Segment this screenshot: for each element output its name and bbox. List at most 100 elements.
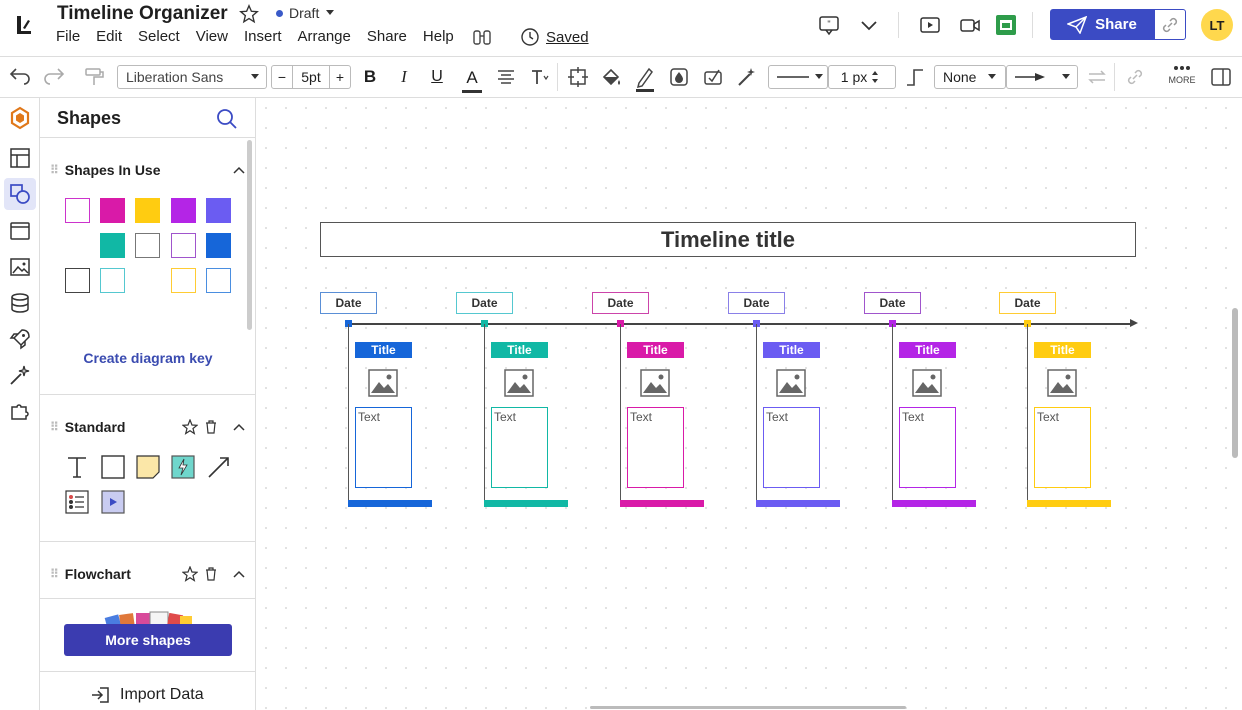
timeline-entry-title[interactable]: Title	[763, 342, 820, 358]
timeline-date-box[interactable]: Date	[592, 292, 649, 314]
panel-scrollbar[interactable]	[247, 140, 252, 330]
menu-edit[interactable]: Edit	[96, 28, 122, 45]
menu-view[interactable]: View	[196, 28, 228, 45]
document-title[interactable]: Timeline Organizer	[57, 3, 228, 25]
magic-wand-icon[interactable]	[736, 65, 758, 89]
rectangle-shape-icon[interactable]	[100, 454, 126, 480]
underline-button[interactable]: U	[427, 65, 447, 89]
menu-help[interactable]: Help	[423, 28, 454, 45]
redo-icon[interactable]	[42, 65, 66, 89]
comment-icon[interactable]: "	[818, 14, 840, 36]
trash-icon[interactable]	[204, 419, 218, 435]
shape-swatch[interactable]	[65, 198, 90, 223]
shapes-in-use-header[interactable]: ⠿ Shapes In Use	[50, 162, 246, 178]
star-icon[interactable]	[182, 566, 198, 582]
timeline-date-box[interactable]: Date	[999, 292, 1056, 314]
font-size-stepper[interactable]: − 5pt +	[271, 65, 351, 89]
drag-grip-icon[interactable]: ⠿	[50, 567, 59, 581]
search-icon[interactable]	[216, 108, 238, 130]
star-icon[interactable]	[182, 419, 198, 435]
shape-swatch[interactable]	[100, 268, 125, 293]
font-size-value[interactable]: 5pt	[292, 66, 330, 88]
rocket-icon[interactable]	[8, 327, 32, 351]
menu-share[interactable]: Share	[367, 28, 407, 45]
image-icon[interactable]	[8, 255, 32, 279]
video-icon[interactable]	[959, 14, 981, 36]
arrow-line-icon[interactable]	[206, 454, 232, 480]
text-color-button[interactable]: A	[462, 65, 482, 93]
timeline-date-box[interactable]: Date	[320, 292, 377, 314]
timeline-date-box[interactable]: Date	[864, 292, 921, 314]
integrations-puzzle-icon[interactable]	[8, 399, 32, 423]
feature-find-icon[interactable]	[472, 27, 492, 47]
menu-select[interactable]: Select	[138, 28, 180, 45]
menu-arrange[interactable]: Arrange	[298, 28, 351, 45]
timeline-title[interactable]: Timeline title	[320, 222, 1136, 257]
timeline-text-box[interactable]: Text	[491, 407, 548, 488]
ai-sparkle-icon[interactable]	[8, 363, 32, 387]
timeline-entry-title[interactable]: Title	[1034, 342, 1091, 358]
undo-icon[interactable]	[8, 65, 32, 89]
text-options-icon[interactable]	[529, 65, 551, 89]
shape-swatch[interactable]	[171, 198, 196, 223]
shapes-icon[interactable]	[8, 182, 32, 206]
connector-style-icon[interactable]	[904, 65, 926, 89]
copy-link-button[interactable]	[1154, 9, 1186, 40]
drag-grip-icon[interactable]: ⠿	[50, 163, 59, 177]
image-placeholder-icon[interactable]	[640, 368, 670, 398]
font-size-decrease[interactable]: −	[272, 69, 292, 85]
line-color-icon[interactable]	[634, 65, 656, 93]
shape-swatch[interactable]	[135, 233, 160, 258]
canvas-horizontal-scrollbar[interactable]	[590, 706, 906, 709]
timeline-text-box[interactable]: Text	[627, 407, 684, 488]
timeline-entry-title[interactable]: Title	[355, 342, 412, 358]
sheets-icon[interactable]	[995, 14, 1017, 36]
data-icon[interactable]	[8, 291, 32, 315]
menu-insert[interactable]: Insert	[244, 28, 282, 45]
timeline-axis[interactable]	[348, 323, 1132, 325]
shape-swatch[interactable]	[171, 268, 196, 293]
bold-button[interactable]: B	[360, 65, 380, 89]
favorite-star-icon[interactable]	[238, 3, 260, 25]
lucid-products-icon[interactable]	[8, 106, 32, 130]
timeline-date-box[interactable]: Date	[728, 292, 785, 314]
more-tools-button[interactable]: MORE	[1164, 63, 1200, 95]
trash-icon[interactable]	[204, 566, 218, 582]
app-logo-icon[interactable]	[14, 14, 34, 36]
opacity-icon[interactable]	[668, 65, 690, 89]
image-placeholder-icon[interactable]	[504, 368, 534, 398]
frame-icon[interactable]	[8, 219, 32, 243]
font-size-increase[interactable]: +	[330, 69, 350, 85]
sticky-note-icon[interactable]	[135, 454, 161, 480]
italic-button[interactable]: I	[394, 65, 414, 89]
fill-color-icon[interactable]	[600, 65, 622, 89]
shape-swatch[interactable]	[135, 198, 160, 223]
chevron-up-icon[interactable]	[232, 422, 246, 432]
shape-swatch[interactable]	[65, 268, 90, 293]
chevron-down-icon[interactable]	[858, 14, 880, 36]
draft-status-dropdown[interactable]: Draft	[276, 5, 335, 21]
font-family-select[interactable]: Liberation Sans	[117, 65, 267, 89]
image-placeholder-icon[interactable]	[368, 368, 398, 398]
link-icon[interactable]	[1124, 65, 1146, 89]
style-icon[interactable]	[702, 65, 724, 89]
timeline-text-box[interactable]: Text	[763, 407, 820, 488]
standard-header[interactable]: ⠿ Standard	[50, 419, 246, 435]
timeline-entry-title[interactable]: Title	[491, 342, 548, 358]
line-end-select[interactable]	[1006, 65, 1078, 89]
list-shape-icon[interactable]	[64, 489, 90, 515]
timeline-date-box[interactable]: Date	[456, 292, 513, 314]
drag-grip-icon[interactable]: ⠿	[50, 420, 59, 434]
present-icon[interactable]	[919, 14, 941, 36]
image-placeholder-icon[interactable]	[1047, 368, 1077, 398]
share-button[interactable]: Share	[1050, 9, 1154, 40]
more-shapes-button[interactable]: More shapes	[64, 624, 232, 656]
action-block-icon[interactable]	[170, 454, 196, 480]
shape-swatch[interactable]	[100, 198, 125, 223]
container-icon[interactable]	[567, 65, 589, 89]
chevron-up-icon[interactable]	[232, 165, 246, 175]
image-placeholder-icon[interactable]	[776, 368, 806, 398]
shape-swatch[interactable]	[206, 198, 231, 223]
menu-file[interactable]: File	[56, 28, 80, 45]
diagram-canvas[interactable]	[256, 98, 1242, 710]
